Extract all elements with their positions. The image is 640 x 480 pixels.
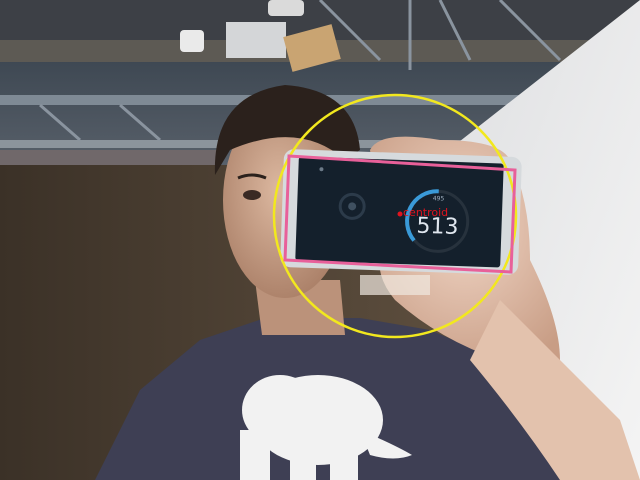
wall-top-edge <box>0 150 220 165</box>
centroid-label: centroid <box>403 206 448 219</box>
vent <box>226 22 286 58</box>
camera-frame: 513 495 centroid <box>0 0 640 480</box>
eye <box>243 190 261 200</box>
centroid-point <box>397 211 403 217</box>
phone-glare <box>360 275 430 295</box>
ceiling-light <box>180 30 204 52</box>
light-fixture <box>268 0 304 16</box>
scene-svg: 513 495 centroid <box>0 0 640 480</box>
screen-small-label: 495 <box>433 195 445 202</box>
